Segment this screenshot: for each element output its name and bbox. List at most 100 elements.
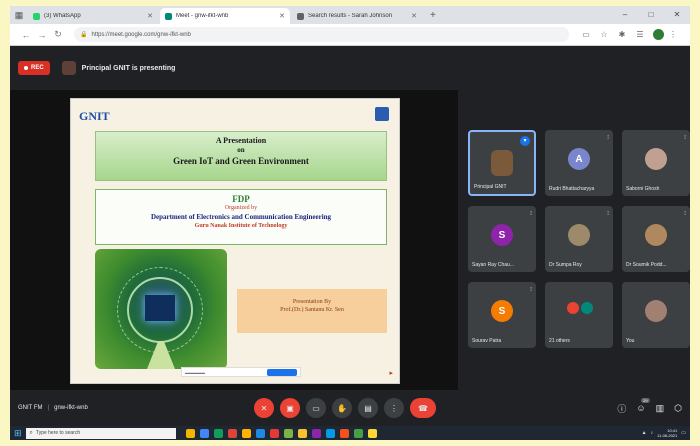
recording-label: REC	[31, 65, 44, 71]
address-bar[interactable]: 🔒 https://meet.google.com/gnw-ifkt-wnb	[74, 27, 569, 42]
mic-muted-icon: ⁝	[684, 211, 686, 217]
reload-icon[interactable]: ↻	[50, 29, 66, 40]
browser-tab-whatsapp[interactable]: (3) WhatsApp ✕	[28, 8, 158, 24]
taskbar-app-icon[interactable]	[283, 428, 293, 438]
clock[interactable]: 10:41 11-08-2021	[657, 428, 677, 438]
people-icon[interactable]: ☺ 29	[636, 398, 650, 413]
next-slide-icon[interactable]: ▸	[389, 369, 393, 377]
participant-tile-others[interactable]: 21 others	[545, 282, 613, 348]
participant-tile[interactable]: ▾ Principal GNIT	[468, 130, 536, 196]
participant-avatar	[491, 150, 513, 176]
camera-off-button[interactable]: ▣	[280, 398, 300, 418]
window-menu-icon[interactable]: ▦	[10, 6, 28, 24]
participant-count-badge: 29	[641, 398, 650, 403]
bookmark-star-icon[interactable]: ☆	[595, 30, 613, 39]
mic-off-button[interactable]: ✕	[254, 398, 274, 418]
divider: |	[47, 405, 50, 411]
chat-icon[interactable]: ▥	[656, 403, 665, 414]
call-controls: ✕ ▣ ▭ ✋ ▤ ⋮ ☎	[254, 398, 436, 418]
taskbar-app-icon[interactable]	[213, 428, 223, 438]
meet-controls: GNIT FM | gnw-ifkt-wnb ✕ ▣ ▭ ✋ ▤ ⋮ ☎ ⓘ ☺…	[10, 390, 690, 426]
profile-avatar[interactable]	[653, 29, 664, 40]
taskbar-app-icon[interactable]	[269, 428, 279, 438]
participant-avatar	[645, 224, 667, 246]
participant-tile[interactable]: S ⁝ Sourav Patra	[468, 282, 536, 348]
recording-dot-icon	[24, 66, 28, 70]
taskbar-app-icon[interactable]	[185, 428, 195, 438]
windows-start-icon[interactable]: ⊞	[14, 428, 22, 439]
reading-list-icon[interactable]: ☰	[631, 30, 649, 39]
more-options-button[interactable]: ⋮	[384, 398, 404, 418]
presenter-status: Principal GNIT is presenting	[81, 64, 176, 72]
others-avatar	[567, 302, 579, 314]
taskbar-search-placeholder: Type here to search	[35, 430, 81, 436]
department-name: Department of Electronics and Communicat…	[150, 213, 332, 221]
pin-icon[interactable]: ▾	[520, 136, 530, 146]
browser-tab-meet[interactable]: Meet - gnw-ifkt-wnb ✕	[160, 8, 290, 24]
green-environment-image	[95, 249, 227, 369]
taskbar-app-icon[interactable]	[367, 428, 377, 438]
search-icon: ⌕	[29, 429, 33, 436]
taskbar-app-icon[interactable]	[339, 428, 349, 438]
presenter-avatar	[61, 61, 76, 75]
taskbar-app-icon[interactable]	[241, 428, 251, 438]
activities-icon[interactable]: ⬡	[674, 403, 682, 414]
institute-emblem-icon	[375, 107, 389, 121]
close-tab-icon[interactable]: ✕	[279, 12, 285, 20]
taskbar-app-icon[interactable]	[297, 428, 307, 438]
info-icon[interactable]: ⓘ	[617, 402, 626, 415]
taskbar-app-icon[interactable]	[353, 428, 363, 438]
slide-control-bar[interactable]: ▬▬▬▬▬	[181, 367, 301, 377]
slide-progress-text: ▬▬▬▬▬	[185, 369, 205, 375]
taskbar-app-icon[interactable]	[227, 428, 237, 438]
end-call-button[interactable]: ☎	[410, 398, 436, 418]
participant-name: Dr Sumpa Roy	[549, 262, 582, 268]
slide-control-button[interactable]	[267, 368, 297, 376]
participant-tile[interactable]: S ⁝ Sayan Ray Chau...	[468, 206, 536, 272]
more-menu-icon[interactable]: ⋮	[664, 30, 682, 39]
close-tab-icon[interactable]: ✕	[147, 12, 153, 20]
mic-muted-icon: ⁝	[607, 211, 609, 217]
taskbar-app-icon[interactable]	[325, 428, 335, 438]
others-avatar	[581, 302, 593, 314]
taskbar-app-icon[interactable]	[311, 428, 321, 438]
taskbar-apps	[185, 428, 377, 438]
participant-tile[interactable]: ⁝ Saborni Ghosh	[622, 130, 690, 196]
taskbar-app-icon[interactable]	[255, 428, 265, 438]
maximize-button[interactable]: □	[638, 6, 664, 24]
raise-hand-button[interactable]: ✋	[332, 398, 352, 418]
mic-muted-icon: ⁝	[607, 135, 609, 141]
network-icon[interactable]: ▲	[642, 430, 647, 436]
slide-fdp-box: FDP Organized by Department of Electroni…	[95, 189, 387, 245]
participant-tile[interactable]: ⁝ Dr Sumpa Roy	[545, 206, 613, 272]
participant-name: Sayan Ray Chau...	[472, 262, 514, 268]
back-icon[interactable]: ←	[18, 30, 34, 40]
fdp-title: FDP	[232, 194, 250, 204]
participant-tile-self[interactable]: You	[622, 282, 690, 348]
browser-toolbar: ← → ↻ 🔒 https://meet.google.com/gnw-ifkt…	[10, 24, 690, 46]
present-button[interactable]: ▤	[358, 398, 378, 418]
participant-tile[interactable]: A ⁝ Rudri Bhattacharyya	[545, 130, 613, 196]
participant-avatar: S	[491, 224, 513, 246]
volume-icon[interactable]: ♪	[651, 430, 654, 436]
taskbar-app-icon[interactable]	[199, 428, 209, 438]
slide-title-line2: on	[237, 146, 245, 154]
participant-name: 21 others	[549, 338, 570, 344]
system-tray: ▲ ♪ 10:41 11-08-2021 ▭	[642, 428, 686, 438]
captions-button[interactable]: ▭	[306, 398, 326, 418]
slide-title-line1: A Presentation	[215, 136, 267, 145]
participant-tile[interactable]: ⁝ Dr Soumik Podd...	[622, 206, 690, 272]
browser-tab-search[interactable]: Search results - Sarah Johnson ✕	[292, 8, 422, 24]
taskbar-search[interactable]: ⌕ Type here to search	[25, 427, 176, 439]
browser-tab-strip: ▦ (3) WhatsApp ✕ Meet - gnw-ifkt-wnb ✕ S…	[10, 6, 690, 24]
whatsapp-favicon-icon	[33, 12, 40, 20]
minimize-button[interactable]: –	[612, 6, 638, 24]
notification-icon[interactable]: ▭	[681, 430, 686, 436]
forward-icon[interactable]: →	[34, 30, 50, 40]
presentation-by-label: Presentation By	[292, 299, 332, 305]
new-tab-button[interactable]: +	[424, 8, 442, 24]
close-window-button[interactable]: ✕	[664, 6, 690, 24]
camera-permission-icon[interactable]: ▭	[577, 30, 595, 39]
extensions-icon[interactable]: ✱	[613, 30, 631, 39]
close-tab-icon[interactable]: ✕	[411, 12, 417, 20]
